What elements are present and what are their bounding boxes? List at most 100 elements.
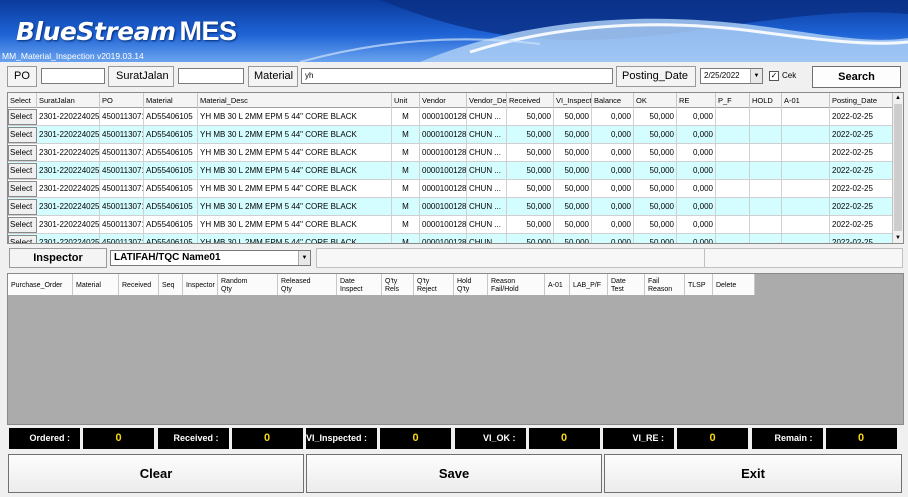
col-header-released-qty[interactable]: Released Qty: [278, 274, 337, 295]
row-select-button[interactable]: Select: [8, 199, 37, 215]
cell-p-f: [716, 144, 750, 162]
save-button[interactable]: Save: [306, 454, 602, 493]
cell-balance: 0,000: [592, 198, 634, 216]
col-header-random-qty[interactable]: Random Qty: [218, 274, 278, 295]
row-select-button[interactable]: Select: [8, 127, 37, 143]
cell-unit: M: [392, 180, 420, 198]
row-select-button[interactable]: Select: [8, 163, 37, 179]
col-header-qty-rels[interactable]: Q'ty Rels: [382, 274, 414, 295]
cell-vendor-desc: CHUN ...: [467, 126, 507, 144]
col-header-material[interactable]: Material: [144, 93, 198, 108]
col-header-date-inspect[interactable]: Date Inspect: [337, 274, 382, 295]
col-header-a-01[interactable]: A-01: [782, 93, 830, 108]
posting-date-picker[interactable]: 2/25/2022 ▼: [700, 68, 763, 84]
cell-vi-inspected: 50,000: [554, 198, 592, 216]
cell-material: AD55406105: [144, 198, 198, 216]
col-header-a-01[interactable]: A-01: [545, 274, 570, 295]
cell-vendor-desc: CHUN ...: [467, 162, 507, 180]
col-header-posting-date[interactable]: Posting_Date: [830, 93, 894, 108]
table-row[interactable]: Select 2301-220224025 4500113071 AD55406105…: [8, 234, 894, 243]
col-header-material[interactable]: Material: [73, 274, 119, 295]
cell-material: AD55406105: [144, 162, 198, 180]
cell-unit: M: [392, 234, 420, 243]
cell-balance: 0,000: [592, 162, 634, 180]
table-row[interactable]: Select 2301-220224025 4500113071 AD55406105…: [8, 216, 894, 234]
summary-value-vi-ok: 0: [528, 428, 600, 449]
clear-button[interactable]: Clear: [8, 454, 304, 493]
cell-material-desc: YH MB 30 L 2MM EPM 5 44" CORE BLACK: [198, 144, 392, 162]
col-header-po[interactable]: PO: [100, 93, 144, 108]
cell-posting-date: 2022-02-25: [830, 234, 894, 243]
col-header-received[interactable]: Received: [119, 274, 159, 295]
cell-po: 4500113071: [100, 216, 144, 234]
material-input[interactable]: yh: [301, 68, 613, 84]
row-select-button[interactable]: Select: [8, 145, 37, 161]
col-header-purchase-order[interactable]: Purchase_Order: [8, 274, 73, 295]
col-header-select[interactable]: Select: [8, 93, 37, 108]
table-row[interactable]: Select 2301-220224025 4500113071 AD55406105…: [8, 144, 894, 162]
table-row[interactable]: Select 2301-220224025 4500113071 AD55406105…: [8, 108, 894, 126]
cell-vendor-desc: CHUN ...: [467, 216, 507, 234]
chevron-down-icon[interactable]: ▼: [750, 69, 762, 83]
cell-ok: 50,000: [634, 234, 677, 243]
row-select-button[interactable]: Select: [8, 217, 37, 233]
inspector-selected-value: LATIFAH/TQC Name01: [114, 252, 221, 263]
cell-balance: 0,000: [592, 180, 634, 198]
chevron-down-icon[interactable]: ▼: [298, 251, 310, 265]
receipt-grid[interactable]: Select SuratJalan PO Material Material_Desc U…: [7, 92, 904, 244]
col-header-tlsp[interactable]: TLSP: [685, 274, 713, 295]
cell-po: 4500113071: [100, 180, 144, 198]
cell-surat-jalan: 2301-220224025: [37, 180, 100, 198]
col-header-hold-qty[interactable]: Hold Q'ty: [454, 274, 488, 295]
receipt-grid-scrollbar[interactable]: ▲ ▼: [892, 93, 903, 243]
inspection-grid[interactable]: Purchase_Order Material Received Seq Inspect…: [7, 273, 904, 425]
table-row[interactable]: Select 2301-220224025 4500113071 AD55406105…: [8, 126, 894, 144]
scroll-down-icon[interactable]: ▼: [893, 233, 903, 243]
col-header-seq[interactable]: Seq: [159, 274, 183, 295]
cell-material-desc: YH MB 30 L 2MM EPM 5 44" CORE BLACK: [198, 126, 392, 144]
search-button[interactable]: Search: [812, 66, 901, 88]
cell-re: 0,000: [677, 144, 716, 162]
summary-value-received: 0: [231, 428, 303, 449]
col-header-hold[interactable]: HOLD: [750, 93, 782, 108]
table-row[interactable]: Select 2301-220224025 4500113071 AD55406105…: [8, 162, 894, 180]
col-header-balance[interactable]: Balance: [592, 93, 634, 108]
col-header-lab-p-f[interactable]: LAB_P/F: [570, 274, 608, 295]
table-row[interactable]: Select 2301-220224025 4500113071 AD55406105…: [8, 180, 894, 198]
col-header-date-test[interactable]: Date Test: [608, 274, 645, 295]
col-header-qty-reject[interactable]: Q'ty Reject: [414, 274, 454, 295]
col-header-delete[interactable]: Delete: [713, 274, 755, 295]
col-header-surat-jalan[interactable]: SuratJalan: [37, 93, 100, 108]
cell-received: 50,000: [507, 144, 554, 162]
row-select-button[interactable]: Select: [8, 235, 37, 243]
scroll-thumb[interactable]: [894, 104, 902, 231]
col-header-reason-fail-hold[interactable]: Reason Fail/Hold: [488, 274, 545, 295]
po-input[interactable]: [41, 68, 105, 84]
summary-label-vi-re: VI_RE :: [603, 428, 674, 449]
col-header-ok[interactable]: OK: [634, 93, 677, 108]
scroll-up-icon[interactable]: ▲: [893, 93, 903, 103]
col-header-fail-reason[interactable]: Fail Reason: [645, 274, 685, 295]
cell-material: AD55406105: [144, 108, 198, 126]
col-header-p-f[interactable]: P_F: [716, 93, 750, 108]
col-header-re[interactable]: RE: [677, 93, 716, 108]
cell-posting-date: 2022-02-25: [830, 162, 894, 180]
col-header-vi-inspected[interactable]: VI_Inspected: [554, 93, 592, 108]
table-row[interactable]: Select 2301-220224025 4500113071 AD55406105…: [8, 198, 894, 216]
filter-bar: PO SuratJalan Material yh Posting_Date 2…: [0, 64, 908, 90]
inspector-select[interactable]: LATIFAH/TQC Name01 ▼: [110, 250, 311, 266]
col-header-material-desc[interactable]: Material_Desc: [198, 93, 392, 108]
surat-jalan-input[interactable]: [178, 68, 244, 84]
col-header-unit[interactable]: Unit: [392, 93, 420, 108]
cell-balance: 0,000: [592, 144, 634, 162]
row-select-button[interactable]: Select: [8, 181, 37, 197]
col-header-vendor[interactable]: Vendor: [420, 93, 467, 108]
col-header-received[interactable]: Received: [507, 93, 554, 108]
col-header-vendor-desc[interactable]: Vendor_De: [467, 93, 507, 108]
col-header-inspector[interactable]: Inspector: [183, 274, 218, 295]
row-select-button[interactable]: Select: [8, 109, 37, 125]
cell-ok: 50,000: [634, 198, 677, 216]
exit-button[interactable]: Exit: [604, 454, 902, 493]
cek-checkbox[interactable]: ✓: [769, 71, 779, 81]
cell-material-desc: YH MB 30 L 2MM EPM 5 44" CORE BLACK: [198, 180, 392, 198]
